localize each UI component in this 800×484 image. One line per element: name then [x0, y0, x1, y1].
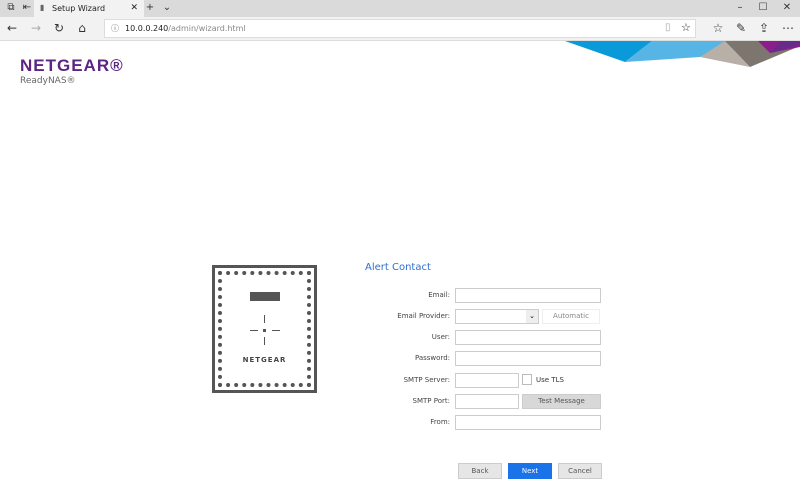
password-label: Password: — [414, 354, 450, 362]
use-tls-checkbox[interactable] — [522, 374, 532, 385]
user-input[interactable] — [455, 330, 601, 345]
favorites-icon[interactable]: ☆ — [710, 21, 726, 35]
next-button[interactable]: Next — [508, 463, 552, 479]
navigation-bar: ← → ↻ ⌂ ⓘ 10.0.0.240/admin/wizard.html ▯… — [0, 17, 800, 41]
url-host: 10.0.0.240 — [125, 24, 169, 33]
smtp-port-label: SMTP Port: — [412, 397, 450, 405]
email-label: Email: — [428, 291, 450, 299]
set-aside-tabs-icon[interactable]: ⇤ — [20, 2, 34, 13]
use-tls-label: Use TLS — [536, 376, 564, 384]
user-label: User: — [431, 333, 450, 341]
pen-icon[interactable]: ✎ — [733, 21, 749, 35]
home-icon[interactable]: ⌂ — [74, 21, 90, 35]
password-input[interactable] — [455, 351, 601, 366]
device-display — [250, 292, 280, 301]
address-bar[interactable]: ⓘ 10.0.0.240/admin/wizard.html ▯ ☆ — [104, 19, 696, 38]
smtp-port-input[interactable] — [455, 394, 519, 409]
new-tab-icon[interactable]: + — [143, 2, 157, 13]
close-tab-icon[interactable]: ✕ — [130, 3, 138, 13]
netgear-logo: NETGEAR® — [20, 56, 124, 75]
email-provider-label: Email Provider: — [397, 312, 450, 320]
device-illustration: NETGEAR — [212, 265, 317, 393]
page-icon: ▮ — [40, 3, 45, 12]
close-window-icon[interactable]: ✕ — [780, 2, 794, 13]
favorite-star-icon[interactable]: ☆ — [681, 21, 691, 34]
tab-preview-icon[interactable]: ⧉ — [4, 2, 18, 13]
maximize-icon[interactable]: ☐ — [756, 2, 770, 13]
refresh-icon[interactable]: ↻ — [51, 21, 67, 35]
email-provider-select[interactable]: ⌄ — [455, 309, 539, 324]
test-message-button[interactable]: Test Message — [522, 394, 601, 409]
share-icon[interactable]: ⇪ — [756, 21, 772, 35]
email-input[interactable] — [455, 288, 601, 303]
from-label: From: — [430, 418, 450, 426]
cancel-button[interactable]: Cancel — [558, 463, 602, 479]
more-icon[interactable]: ⋯ — [780, 21, 796, 35]
smtp-server-input[interactable] — [455, 373, 519, 388]
url-path: /admin/wizard.html — [168, 24, 246, 33]
info-icon: ⓘ — [111, 24, 119, 33]
forward-icon[interactable]: → — [28, 21, 44, 35]
from-input[interactable] — [455, 415, 601, 430]
tab-title: Setup Wizard — [52, 4, 106, 13]
back-icon[interactable]: ← — [4, 21, 20, 35]
tab-setup-wizard[interactable]: ▮ Setup Wizard ✕ — [34, 0, 144, 17]
reading-view-icon[interactable]: ▯ — [665, 22, 671, 33]
tab-bar: ⧉ ⇤ ▮ Setup Wizard ✕ + ⌄ – ☐ ✕ — [0, 0, 800, 17]
chevron-down-icon: ⌄ — [526, 310, 538, 323]
device-logo: NETGEAR — [242, 356, 287, 364]
smtp-server-label: SMTP Server: — [403, 376, 450, 384]
form-title: Alert Contact — [365, 262, 431, 273]
minimize-icon[interactable]: – — [733, 2, 747, 13]
readynas-label: ReadyNAS® — [20, 76, 76, 86]
back-button[interactable]: Back — [458, 463, 502, 479]
chevron-down-icon[interactable]: ⌄ — [160, 2, 174, 13]
automatic-button[interactable]: Automatic — [542, 309, 600, 324]
